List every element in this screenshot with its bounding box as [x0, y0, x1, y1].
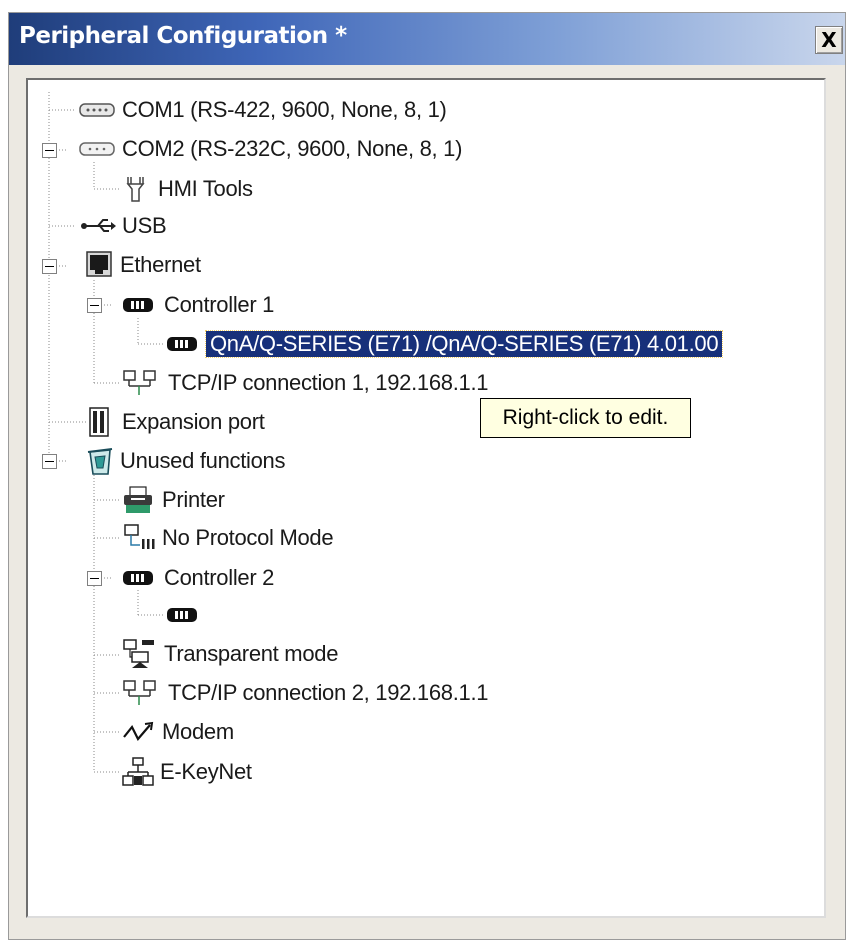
ekeynet-icon [122, 757, 154, 786]
tooltip: Right-click to edit. [480, 398, 691, 438]
controller2-label: Controller 2 [164, 565, 275, 590]
printer-icon [124, 486, 152, 513]
no-protocol-mode-label: No Protocol Mode [162, 525, 334, 550]
collapse-toggle-unused-functions[interactable] [42, 454, 57, 469]
tcpip1-label: TCP/IP connection 1, 192.168.1.1 [168, 370, 489, 395]
serial-port-icon [79, 142, 115, 156]
ethernet-label: Ethernet [120, 252, 201, 277]
network-connection-icon [123, 680, 156, 705]
qna-series-label: QnA/Q-SERIES (E71) /QnA/Q-SERIES (E71) 4… [204, 330, 724, 358]
tree-item-tcpip2[interactable]: TCP/IP connection 2, 192.168.1.1 [122, 676, 489, 710]
close-icon: X [821, 28, 837, 52]
tree-item-printer[interactable]: Printer [122, 483, 225, 517]
trash-bin-icon [87, 448, 113, 475]
serial-port-icon [79, 103, 115, 117]
controller-icon [123, 571, 153, 585]
tree-item-com2[interactable]: COM2 (RS-232C, 9600, None, 8, 1) [78, 132, 462, 166]
tree-item-qna-series[interactable]: QnA/Q-SERIES (E71) /QnA/Q-SERIES (E71) 4… [166, 327, 724, 361]
tree-item-usb[interactable]: USB [78, 209, 167, 243]
tree-item-transparent-mode[interactable]: Transparent mode [122, 637, 338, 671]
printer-label: Printer [162, 487, 225, 512]
modem-icon [123, 721, 154, 741]
title-bar[interactable]: Peripheral Configuration * X [9, 13, 845, 65]
tree-item-ekeynet[interactable]: E-KeyNet [122, 755, 252, 789]
tree-item-controller2-device[interactable] [166, 598, 200, 632]
tree-item-expansion-port[interactable]: Expansion port [88, 405, 265, 439]
unused-functions-label: Unused functions [120, 448, 286, 473]
window-title: Peripheral Configuration * [19, 23, 347, 49]
network-connection-icon [123, 370, 156, 395]
no-protocol-icon [124, 524, 155, 549]
controller-icon [167, 337, 197, 351]
expansion-port-icon [89, 407, 109, 437]
tree-item-modem[interactable]: Modem [122, 715, 234, 749]
collapse-toggle-controller2[interactable] [87, 571, 102, 586]
tree-item-ethernet[interactable]: Ethernet [86, 248, 201, 282]
expansion-port-label: Expansion port [122, 409, 265, 434]
tree-item-unused-functions[interactable]: Unused functions [86, 444, 286, 478]
tree-item-no-protocol-mode[interactable]: No Protocol Mode [122, 521, 334, 555]
ethernet-port-icon [86, 251, 112, 277]
tree-item-controller2[interactable]: Controller 2 [122, 561, 274, 595]
tree-view[interactable]: COM1 (RS-422, 9600, None, 8, 1) COM2 (RS… [26, 78, 826, 918]
usb-icon [81, 219, 116, 232]
transparent-mode-label: Transparent mode [164, 641, 339, 666]
tree-item-tcpip1[interactable]: TCP/IP connection 1, 192.168.1.1 [122, 366, 489, 400]
collapse-toggle-ethernet[interactable] [42, 259, 57, 274]
collapse-toggle-com2[interactable] [42, 143, 57, 158]
modem-label: Modem [162, 719, 234, 744]
com2-label: COM2 (RS-232C, 9600, None, 8, 1) [122, 136, 463, 161]
transparent-mode-icon [123, 639, 154, 668]
controller-icon [123, 298, 153, 312]
usb-label: USB [122, 213, 167, 238]
controller-icon [167, 608, 197, 622]
tree-item-hmi-tools[interactable]: HMI Tools [122, 172, 253, 206]
tcpip2-label: TCP/IP connection 2, 192.168.1.1 [168, 680, 489, 705]
tree-item-com1[interactable]: COM1 (RS-422, 9600, None, 8, 1) [78, 93, 447, 127]
close-button[interactable]: X [815, 26, 843, 54]
controller1-label: Controller 1 [164, 292, 275, 317]
hmi-tools-label: HMI Tools [158, 176, 253, 201]
collapse-toggle-controller1[interactable] [87, 298, 102, 313]
ekeynet-label: E-KeyNet [160, 759, 252, 784]
wrench-icon [126, 177, 145, 202]
tooltip-text: Right-click to edit. [502, 406, 669, 429]
tree-item-controller1[interactable]: Controller 1 [122, 288, 274, 322]
com1-label: COM1 (RS-422, 9600, None, 8, 1) [122, 97, 447, 122]
